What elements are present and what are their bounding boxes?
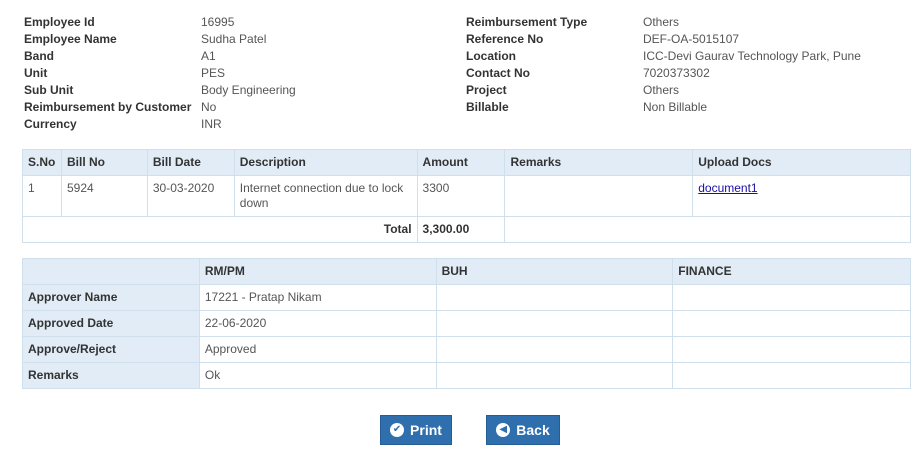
info-value: DEF-OA-5015107 — [643, 32, 740, 46]
cell-finance — [672, 310, 911, 337]
cell-upload-docs: document1 — [692, 175, 911, 217]
bills-table: S.No Bill No Bill Date Description Amoun… — [22, 149, 911, 243]
cell-amount: 3300 — [416, 175, 506, 217]
row-label-approved-date: Approved Date — [22, 310, 200, 337]
column-header-buh: BUH — [435, 258, 674, 285]
cell-buh — [435, 336, 674, 363]
cell-rmpm: 17221 - Pratap Nikam — [198, 284, 437, 311]
column-header-bill-no: Bill No — [60, 149, 148, 176]
info-row-contact-no: Contact No 7020373302 — [466, 65, 861, 82]
cell-finance — [672, 284, 911, 311]
column-header-bill-date: Bill Date — [146, 149, 235, 176]
check-circle-icon: ✔ — [390, 423, 405, 437]
info-value: 16995 — [201, 15, 235, 29]
info-label: Billable — [466, 100, 509, 114]
info-value: 7020373302 — [643, 66, 710, 80]
info-row-reimbursement-by-customer: Reimbursement by Customer No — [24, 99, 296, 116]
row-label-remarks: Remarks — [22, 362, 200, 389]
table-row: Approve/Reject Approved — [22, 336, 911, 363]
cell-buh — [435, 284, 674, 311]
info-row-unit: Unit PES — [24, 65, 296, 82]
info-row-project: Project Others — [466, 82, 861, 99]
cell-finance — [672, 336, 911, 363]
employee-info-left: Employee Id 16995 Employee Name Sudha Pate… — [24, 14, 296, 133]
table-row: 1 5924 30-03-2020 Internet connection du… — [22, 175, 911, 217]
column-header-finance: FINANCE — [672, 258, 911, 285]
cell-rmpm: Ok — [198, 362, 437, 389]
info-row-reimbursement-type: Reimbursement Type Others — [466, 14, 861, 31]
info-row-location: Location ICC-Devi Gaurav Technology Park,… — [466, 48, 861, 65]
column-header-remarks: Remarks — [504, 149, 694, 176]
cell-remarks — [504, 175, 694, 217]
info-value: Non Billable — [643, 100, 708, 114]
info-label: Reference No — [466, 32, 544, 46]
info-value: Sudha Patel — [201, 32, 267, 46]
print-button[interactable]: ✔ Print — [380, 415, 452, 445]
info-value: A1 — [201, 49, 216, 63]
column-header-description: Description — [233, 149, 418, 176]
arrow-left-circle-icon: ◀ — [496, 423, 511, 437]
info-label: Contact No — [466, 66, 530, 80]
info-label: Unit — [24, 66, 48, 80]
info-value: PES — [201, 66, 226, 80]
info-row-billable: Billable Non Billable — [466, 99, 861, 116]
info-label: Sub Unit — [24, 83, 74, 97]
info-row-sub-unit: Sub Unit Body Engineering — [24, 82, 296, 99]
total-label: Total — [22, 216, 418, 243]
print-button-label: Print — [410, 422, 442, 438]
total-empty-cell — [504, 216, 911, 243]
info-value: Body Engineering — [201, 83, 296, 97]
info-label: Employee Id — [24, 15, 95, 29]
info-value: Others — [643, 83, 680, 97]
info-label: Reimbursement Type — [466, 15, 588, 29]
info-row-employee-id: Employee Id 16995 — [24, 14, 296, 31]
total-row: Total 3,300.00 — [22, 216, 911, 243]
cell-bill-no: 5924 — [60, 175, 148, 217]
table-row: Remarks Ok — [22, 362, 911, 389]
column-header-rmpm: RM/PM — [198, 258, 437, 285]
column-header-sno: S.No — [22, 149, 62, 176]
approvals-table: RM/PM BUH FINANCE Approver Name 17221 - … — [22, 258, 911, 389]
cell-finance — [672, 362, 911, 389]
table-header-row: S.No Bill No Bill Date Description Amoun… — [22, 149, 911, 176]
info-value: Others — [643, 15, 680, 29]
info-label: Reimbursement by Customer — [24, 100, 192, 114]
info-label: Currency — [24, 117, 77, 131]
cell-rmpm: 22-06-2020 — [198, 310, 437, 337]
cell-description: Internet connection due to lock down — [233, 175, 418, 217]
cell-bill-date: 30-03-2020 — [146, 175, 235, 217]
info-value: No — [201, 100, 217, 114]
row-label-approve-reject: Approve/Reject — [22, 336, 200, 363]
table-row: Approver Name 17221 - Pratap Nikam — [22, 284, 911, 311]
info-row-currency: Currency INR — [24, 116, 296, 133]
info-row-employee-name: Employee Name Sudha Patel — [24, 31, 296, 48]
back-button-label: Back — [516, 422, 550, 438]
total-value: 3,300.00 — [416, 216, 506, 243]
column-header-blank — [22, 258, 200, 285]
info-label: Location — [466, 49, 516, 63]
table-row: Approved Date 22-06-2020 — [22, 310, 911, 337]
document-link[interactable]: document1 — [698, 181, 757, 195]
info-label: Band — [24, 49, 54, 63]
back-button[interactable]: ◀ Back — [486, 415, 560, 445]
info-row-reference-no: Reference No DEF-OA-5015107 — [466, 31, 861, 48]
table-header-row: RM/PM BUH FINANCE — [22, 258, 911, 285]
cell-rmpm: Approved — [198, 336, 437, 363]
row-label-approver-name: Approver Name — [22, 284, 200, 311]
info-value: INR — [201, 117, 222, 131]
cell-sno: 1 — [22, 175, 62, 217]
info-value: ICC-Devi Gaurav Technology Park, Pune — [643, 49, 861, 63]
column-header-upload-docs: Upload Docs — [692, 149, 911, 176]
info-row-band: Band A1 — [24, 48, 296, 65]
info-label: Project — [466, 83, 507, 97]
cell-buh — [435, 362, 674, 389]
info-label: Employee Name — [24, 32, 117, 46]
cell-buh — [435, 310, 674, 337]
column-header-amount: Amount — [416, 149, 506, 176]
employee-info-right: Reimbursement Type Others Reference No DEF… — [466, 14, 861, 116]
